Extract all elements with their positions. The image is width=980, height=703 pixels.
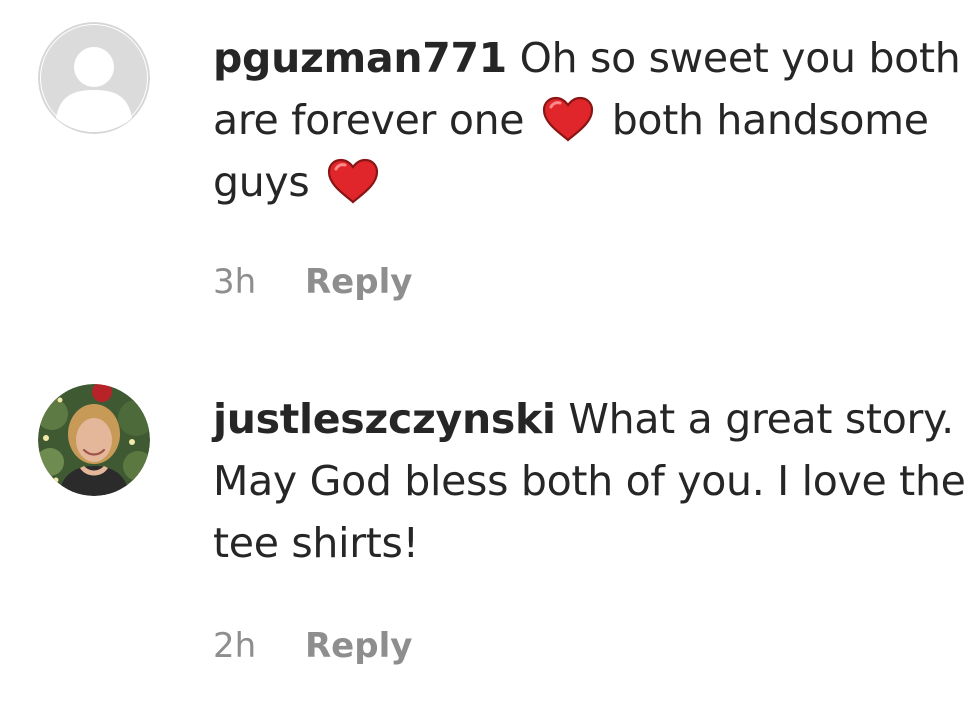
- reply-button[interactable]: Reply: [305, 626, 412, 666]
- comment-username[interactable]: pguzman771: [213, 34, 507, 82]
- comment-item: pguzman771 Oh so sweet you both are fore…: [0, 0, 980, 352]
- user-avatar[interactable]: [38, 384, 150, 496]
- reply-button[interactable]: Reply: [305, 262, 412, 302]
- red-heart-icon: [328, 158, 379, 204]
- profile-photo: [38, 384, 150, 496]
- comment-meta: 2h Reply: [213, 626, 412, 666]
- comment-timestamp: 3h: [213, 262, 257, 302]
- default-avatar-icon: [38, 22, 150, 134]
- comment-text: pguzman771 Oh so sweet you both are fore…: [213, 27, 968, 213]
- comment-text: justleszczynski What a great story. May …: [213, 388, 968, 574]
- red-heart-icon: [542, 96, 594, 142]
- comment-item: justleszczynski What a great story. May …: [0, 352, 980, 703]
- comment-meta: 3h Reply: [213, 262, 412, 302]
- comment-username[interactable]: justleszczynski: [213, 395, 556, 443]
- user-avatar[interactable]: [38, 22, 150, 134]
- comment-timestamp: 2h: [213, 626, 257, 666]
